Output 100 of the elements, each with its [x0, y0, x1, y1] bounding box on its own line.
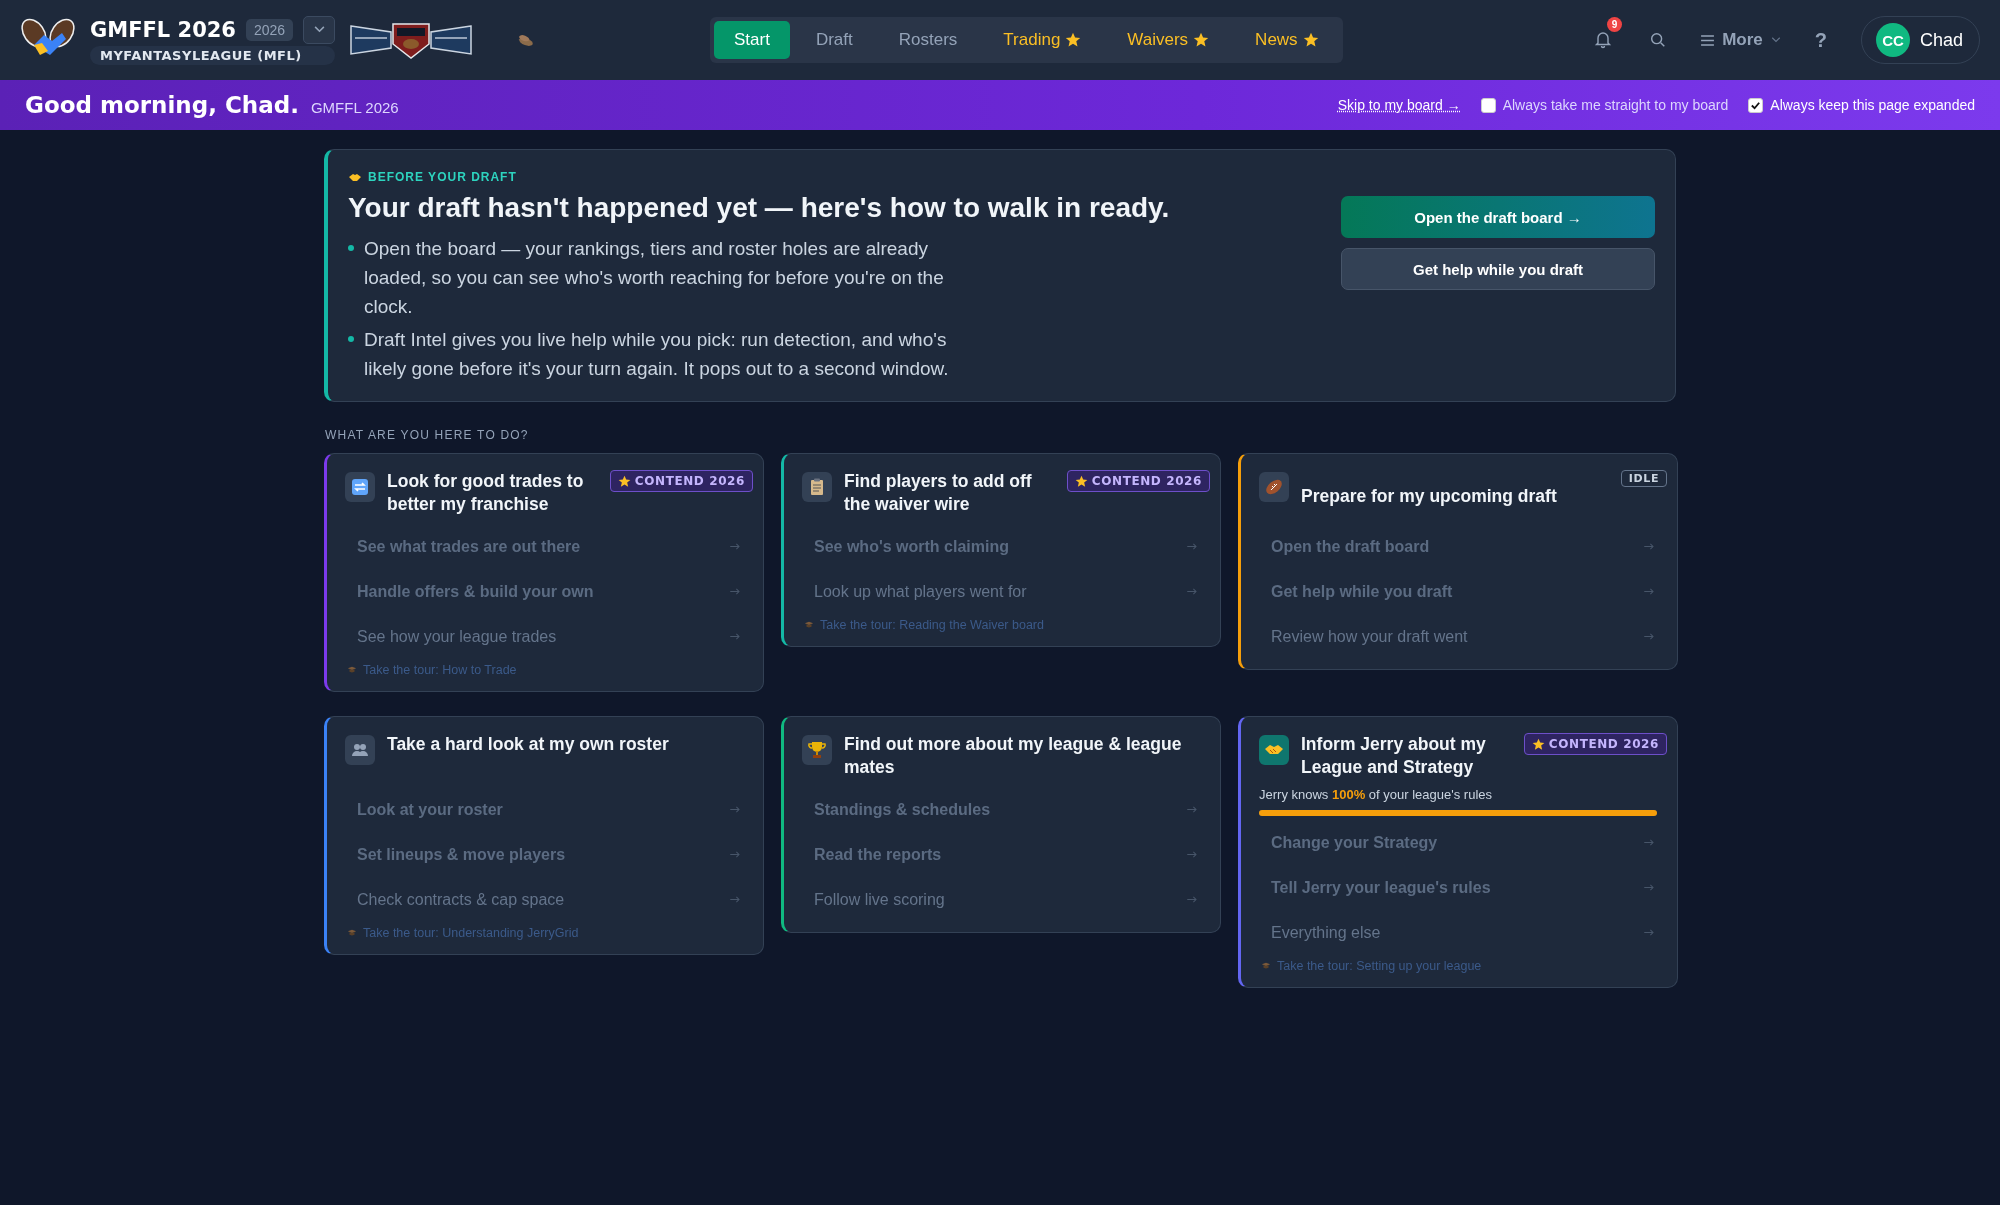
action-item[interactable]: Open the draft board	[1259, 524, 1667, 569]
league-label: GMFFL 2026	[310, 98, 399, 116]
arrow-right-icon	[1187, 896, 1198, 903]
open-board-button[interactable]: Open the draft board →	[1341, 196, 1655, 238]
action-item[interactable]: Look up what players went for	[802, 569, 1210, 614]
nav-tab[interactable]: Rosters	[878, 21, 978, 59]
card-title: Find players to add off the waiver wire	[844, 470, 1033, 516]
bullet-dot	[348, 245, 354, 251]
more-menu-button[interactable]: More	[1701, 30, 1781, 50]
arrow-right-icon	[1644, 588, 1655, 595]
arrow-right-icon	[1644, 543, 1655, 550]
bullet-dot	[348, 336, 354, 342]
arrow-right-icon	[730, 588, 741, 595]
action-item[interactable]: Look at your roster	[345, 787, 753, 832]
progress-text: Jerry knows 100% of your league's rules	[1259, 787, 1493, 802]
bullet-text: Draft Intel gives you live help while you pick: run detection, and who's likely gone before it's your turn again. It pops out to a second window.	[364, 328, 950, 381]
action-item[interactable]: Set lineups & move players	[345, 832, 753, 877]
firewood-icon	[517, 32, 536, 48]
card-title: Take a hard look at my own roster	[387, 733, 670, 756]
user-name: Chad	[1919, 29, 1963, 51]
graduation-cap-icon	[347, 928, 357, 938]
handshake-icon	[1259, 735, 1289, 765]
graduation-cap-icon	[804, 620, 814, 630]
action-item[interactable]: Get help while you draft	[1259, 569, 1667, 614]
tour-link[interactable]: Take the tour: Reading the Waiver board	[820, 618, 1044, 632]
tour-link[interactable]: Take the tour: Understanding JerryGrid	[363, 926, 579, 940]
star-icon	[1193, 32, 1210, 48]
checkbox-label: Always keep this page expanded	[1770, 97, 1975, 113]
action-item[interactable]: See what trades are out there	[345, 524, 753, 569]
bullet-text: Open the board — your rankings, tiers and roster holes are already loaded, so you can see who's worth reaching for before you're on the clock.	[364, 237, 945, 319]
eyebrow-label: BEFORE YOUR DRAFT	[368, 170, 517, 184]
checkbox-label: Always take me straight to my board	[1502, 97, 1729, 113]
clipboard-icon	[802, 472, 832, 502]
handshake-icon	[348, 172, 362, 182]
arrow-right-icon	[1644, 839, 1655, 846]
action-item[interactable]: See how your league trades	[345, 614, 753, 659]
action-item[interactable]: Handle offers & build your own	[345, 569, 753, 614]
arrow-right-icon	[730, 896, 741, 903]
star-icon	[617, 474, 631, 488]
graduation-cap-icon	[347, 665, 357, 675]
action-item[interactable]: Everything else	[1259, 910, 1667, 955]
user-avatar: CC	[1875, 23, 1910, 57]
nav-tab[interactable]: News	[1235, 21, 1339, 59]
arrow-right-icon	[730, 543, 741, 550]
action-item[interactable]: See who's worth claiming	[802, 524, 1210, 569]
tour-link[interactable]: Take the tour: How to Trade	[363, 663, 517, 677]
status-badge: IDLE	[1620, 470, 1667, 487]
help-button[interactable]: Get help while you draft	[1341, 248, 1655, 290]
season-label: 2026	[245, 18, 294, 41]
card-title: Look for good trades to better my franchise	[387, 470, 585, 516]
notification-count: 9	[1607, 17, 1623, 32]
checkmark-icon	[1750, 99, 1762, 111]
chevron-down-icon	[313, 26, 325, 33]
tour-link[interactable]: Take the tour: Setting up your league	[1277, 959, 1482, 973]
action-item[interactable]: Tell Jerry your league's rules	[1259, 865, 1667, 910]
nav-tab[interactable]: Draft	[795, 21, 873, 59]
action-item[interactable]: Standings & schedules	[802, 787, 1210, 832]
league-name: GMFFL 2026	[90, 17, 236, 42]
nav-tab[interactable]: Start	[714, 21, 790, 59]
action-item[interactable]: Check contracts & cap space	[345, 877, 753, 922]
refresh-icon	[345, 472, 375, 502]
arrow-right-icon	[1644, 633, 1655, 640]
football-icon	[1259, 472, 1289, 502]
arrow-right-icon	[1644, 929, 1655, 936]
card-title: Prepare for my upcoming draft	[1301, 484, 1558, 508]
action-item[interactable]: Review how your draft went	[1259, 614, 1667, 659]
action-item[interactable]: Read the reports	[802, 832, 1210, 877]
greeting: Good morning, Chad.	[25, 92, 299, 118]
section-label: WHAT ARE YOU HERE TO DO?	[325, 428, 530, 442]
status-badge: CONTEND 2026	[1066, 470, 1210, 492]
arrow-right-icon	[1187, 588, 1198, 595]
card-title: Find out more about my league & league mates	[844, 733, 1183, 779]
status-badge: CONTEND 2026	[609, 470, 753, 492]
arrow-right-icon	[1187, 543, 1198, 550]
arrow-right-icon	[730, 806, 741, 813]
menu-icon	[1701, 34, 1715, 46]
star-icon	[1531, 737, 1545, 751]
checkbox[interactable]	[1748, 97, 1764, 113]
search-icon[interactable]	[1649, 31, 1668, 49]
arrow-right-icon	[730, 851, 741, 858]
star-icon	[1302, 32, 1319, 48]
card-title: Your draft hasn't happened yet — here's how to walk in ready.	[348, 192, 1171, 224]
action-item[interactable]: Change your Strategy	[1259, 820, 1667, 865]
star-icon	[1065, 32, 1082, 48]
skip-link[interactable]: Skip to my board →	[1337, 97, 1461, 113]
nav-tab[interactable]: Trading	[983, 21, 1102, 59]
card-title: Inform Jerry about my League and Strategy	[1301, 733, 1487, 779]
platform-label: MYFANTASYLEAGUE (MFL)	[90, 45, 336, 65]
people-icon	[345, 735, 375, 765]
action-item[interactable]: Follow live scoring	[802, 877, 1210, 922]
arrow-right-icon	[1644, 884, 1655, 891]
arrow-right-icon	[1187, 851, 1198, 858]
checkbox[interactable]	[1480, 97, 1496, 113]
trophy-icon	[802, 735, 832, 765]
nav-tab[interactable]: Waivers	[1107, 21, 1230, 59]
status-badge: CONTEND 2026	[1523, 733, 1667, 755]
chevron-down-icon	[1770, 37, 1781, 43]
arrow-right-icon	[730, 633, 741, 640]
help-button[interactable]: ?	[1814, 28, 1827, 52]
star-icon	[1074, 474, 1088, 488]
